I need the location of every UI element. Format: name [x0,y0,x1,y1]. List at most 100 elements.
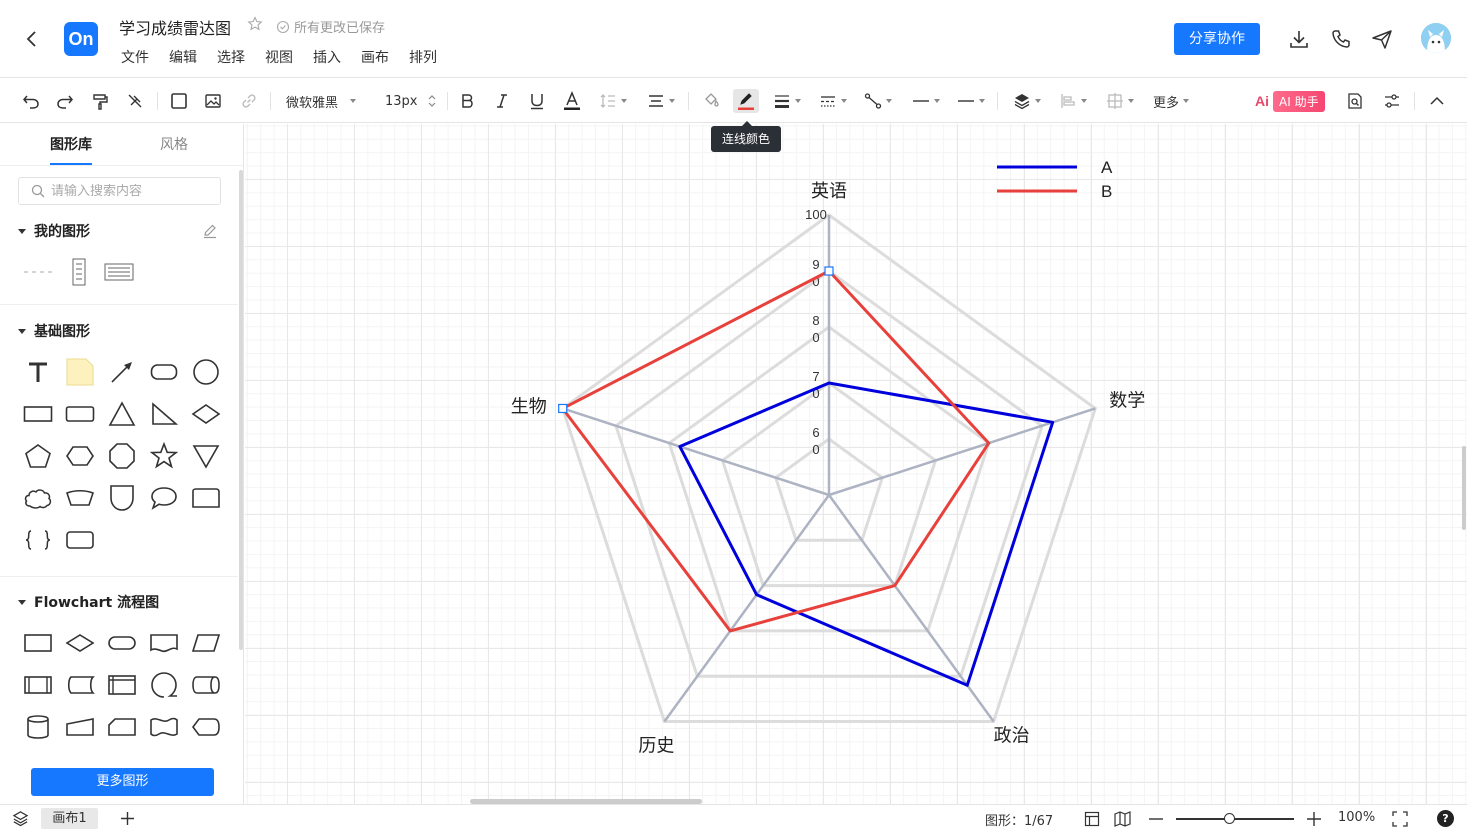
zoom-slider-thumb[interactable] [1224,813,1235,824]
shape-tab-rect[interactable] [190,482,222,514]
tab-shape-library[interactable]: 图形库 [50,134,92,165]
clear-format-button[interactable] [124,89,146,113]
shape-triangle[interactable] [106,398,138,430]
menu-view[interactable]: 视图 [265,47,293,67]
page-tab[interactable]: 画布1 [41,808,98,829]
distribute-button[interactable] [1104,89,1136,113]
border-style-button[interactable] [168,89,190,113]
font-color-button[interactable] [561,89,583,113]
layer-button[interactable] [1011,89,1043,113]
star-icon[interactable] [247,16,263,32]
flow-data[interactable] [190,627,222,659]
my-shape-list[interactable] [63,256,95,288]
canvas-vertical-scrollbar[interactable] [1462,446,1466,530]
flow-internal-storage[interactable] [106,669,138,701]
flow-terminator[interactable] [106,627,138,659]
search-input[interactable] [51,183,211,199]
zoom-slider-track[interactable] [1176,818,1294,820]
collapse-toolbar-button[interactable] [1426,89,1448,113]
section-my-shapes[interactable]: 我的图形 [18,221,90,241]
stepper-arrows-icon[interactable] [428,94,436,108]
sidebar-scrollbar[interactable] [239,170,243,650]
insert-image-button[interactable] [202,89,224,113]
my-shape-dashed-line[interactable] [22,256,54,288]
flow-direct-data[interactable] [190,669,222,701]
edit-icon[interactable] [202,223,218,239]
shape-sticky-note[interactable] [64,356,96,388]
shape-right-triangle[interactable] [148,398,180,430]
redo-button[interactable] [54,89,76,113]
shape-hexagon[interactable] [64,440,96,472]
zoom-level[interactable]: 100% [1338,810,1375,825]
more-shapes-button[interactable]: 更多图形 [31,768,214,796]
section-basic-shapes[interactable]: 基础图形 [18,321,90,341]
line-start-button[interactable] [911,89,941,113]
shape-rectangle[interactable] [22,398,54,430]
line-height-button[interactable] [597,89,629,113]
shape-cloud[interactable] [22,482,54,514]
flow-card[interactable] [106,711,138,743]
connector-style-button[interactable] [863,89,893,113]
user-avatar[interactable] [1421,23,1451,53]
font-size-stepper[interactable]: 13px [385,89,441,113]
underline-button[interactable] [526,89,548,113]
help-icon[interactable]: ? [1437,810,1454,827]
flow-punched-tape[interactable] [148,711,180,743]
shape-diamond[interactable] [190,398,222,430]
menu-canvas[interactable]: 画布 [361,47,389,67]
shape-braces[interactable] [22,524,54,556]
shape-shield[interactable] [106,482,138,514]
shape-rounded-rect-large[interactable] [64,524,96,556]
flow-document[interactable] [148,627,180,659]
line-color-button[interactable] [733,89,759,113]
undo-button[interactable] [20,89,42,113]
shape-rounded-rect[interactable] [148,356,180,388]
shape-star[interactable] [148,440,180,472]
shape-rect-rounded-small[interactable] [64,398,96,430]
app-logo[interactable]: On [64,22,98,56]
settings-button[interactable] [1381,89,1403,113]
flow-process[interactable] [22,627,54,659]
line-dash-button[interactable] [818,89,848,113]
bold-button[interactable] [456,89,478,113]
share-button[interactable]: 分享协作 [1174,23,1260,55]
font-family-select[interactable]: 微软雅黑 [286,89,366,113]
fullscreen-icon[interactable] [1392,811,1408,827]
flow-manual-input[interactable] [64,711,96,743]
radar-chart[interactable]: 100 9 0 8 0 7 0 6 0 英语数学政治 历史 生物 AB [245,124,1467,804]
menu-edit[interactable]: 编辑 [169,47,197,67]
back-button[interactable] [22,28,42,50]
find-button[interactable] [1344,89,1366,113]
drawing-canvas[interactable]: 100 9 0 8 0 7 0 6 0 英语 数学 政治 历史 生物 A B [245,124,1467,804]
shape-arrow[interactable] [106,356,138,388]
map-icon[interactable] [1114,811,1131,827]
menu-file[interactable]: 文件 [121,47,149,67]
shape-octagon[interactable] [106,440,138,472]
flow-sequential-data[interactable] [148,669,180,701]
text-align-button[interactable] [645,89,677,113]
shape-trapezoid-curve[interactable] [64,482,96,514]
shape-speech-bubble[interactable] [148,482,180,514]
ai-assistant-button[interactable]: Ai AI 助手 [1255,90,1325,112]
phone-icon[interactable] [1330,28,1352,50]
document-title[interactable]: 学习成绩雷达图 [119,15,231,39]
tab-style[interactable]: 风格 [160,134,188,154]
shape-pentagon[interactable] [22,440,54,472]
menu-select[interactable]: 选择 [217,47,245,67]
menu-arrange[interactable]: 排列 [409,47,437,67]
outline-icon[interactable] [1084,811,1100,827]
line-end-button[interactable] [956,89,986,113]
format-painter-button[interactable] [89,89,111,113]
send-icon[interactable] [1371,28,1393,50]
flow-database[interactable] [22,711,54,743]
zoom-out-icon[interactable] [1148,811,1164,827]
zoom-in-icon[interactable] [1306,811,1322,827]
fill-color-button[interactable] [700,89,722,113]
flow-display[interactable] [190,711,222,743]
flow-decision[interactable] [64,627,96,659]
shape-text[interactable] [22,356,54,388]
flow-predefined[interactable] [22,669,54,701]
download-icon[interactable] [1288,28,1310,50]
layers-panel-icon[interactable] [12,810,29,827]
add-page-icon[interactable] [120,811,135,826]
